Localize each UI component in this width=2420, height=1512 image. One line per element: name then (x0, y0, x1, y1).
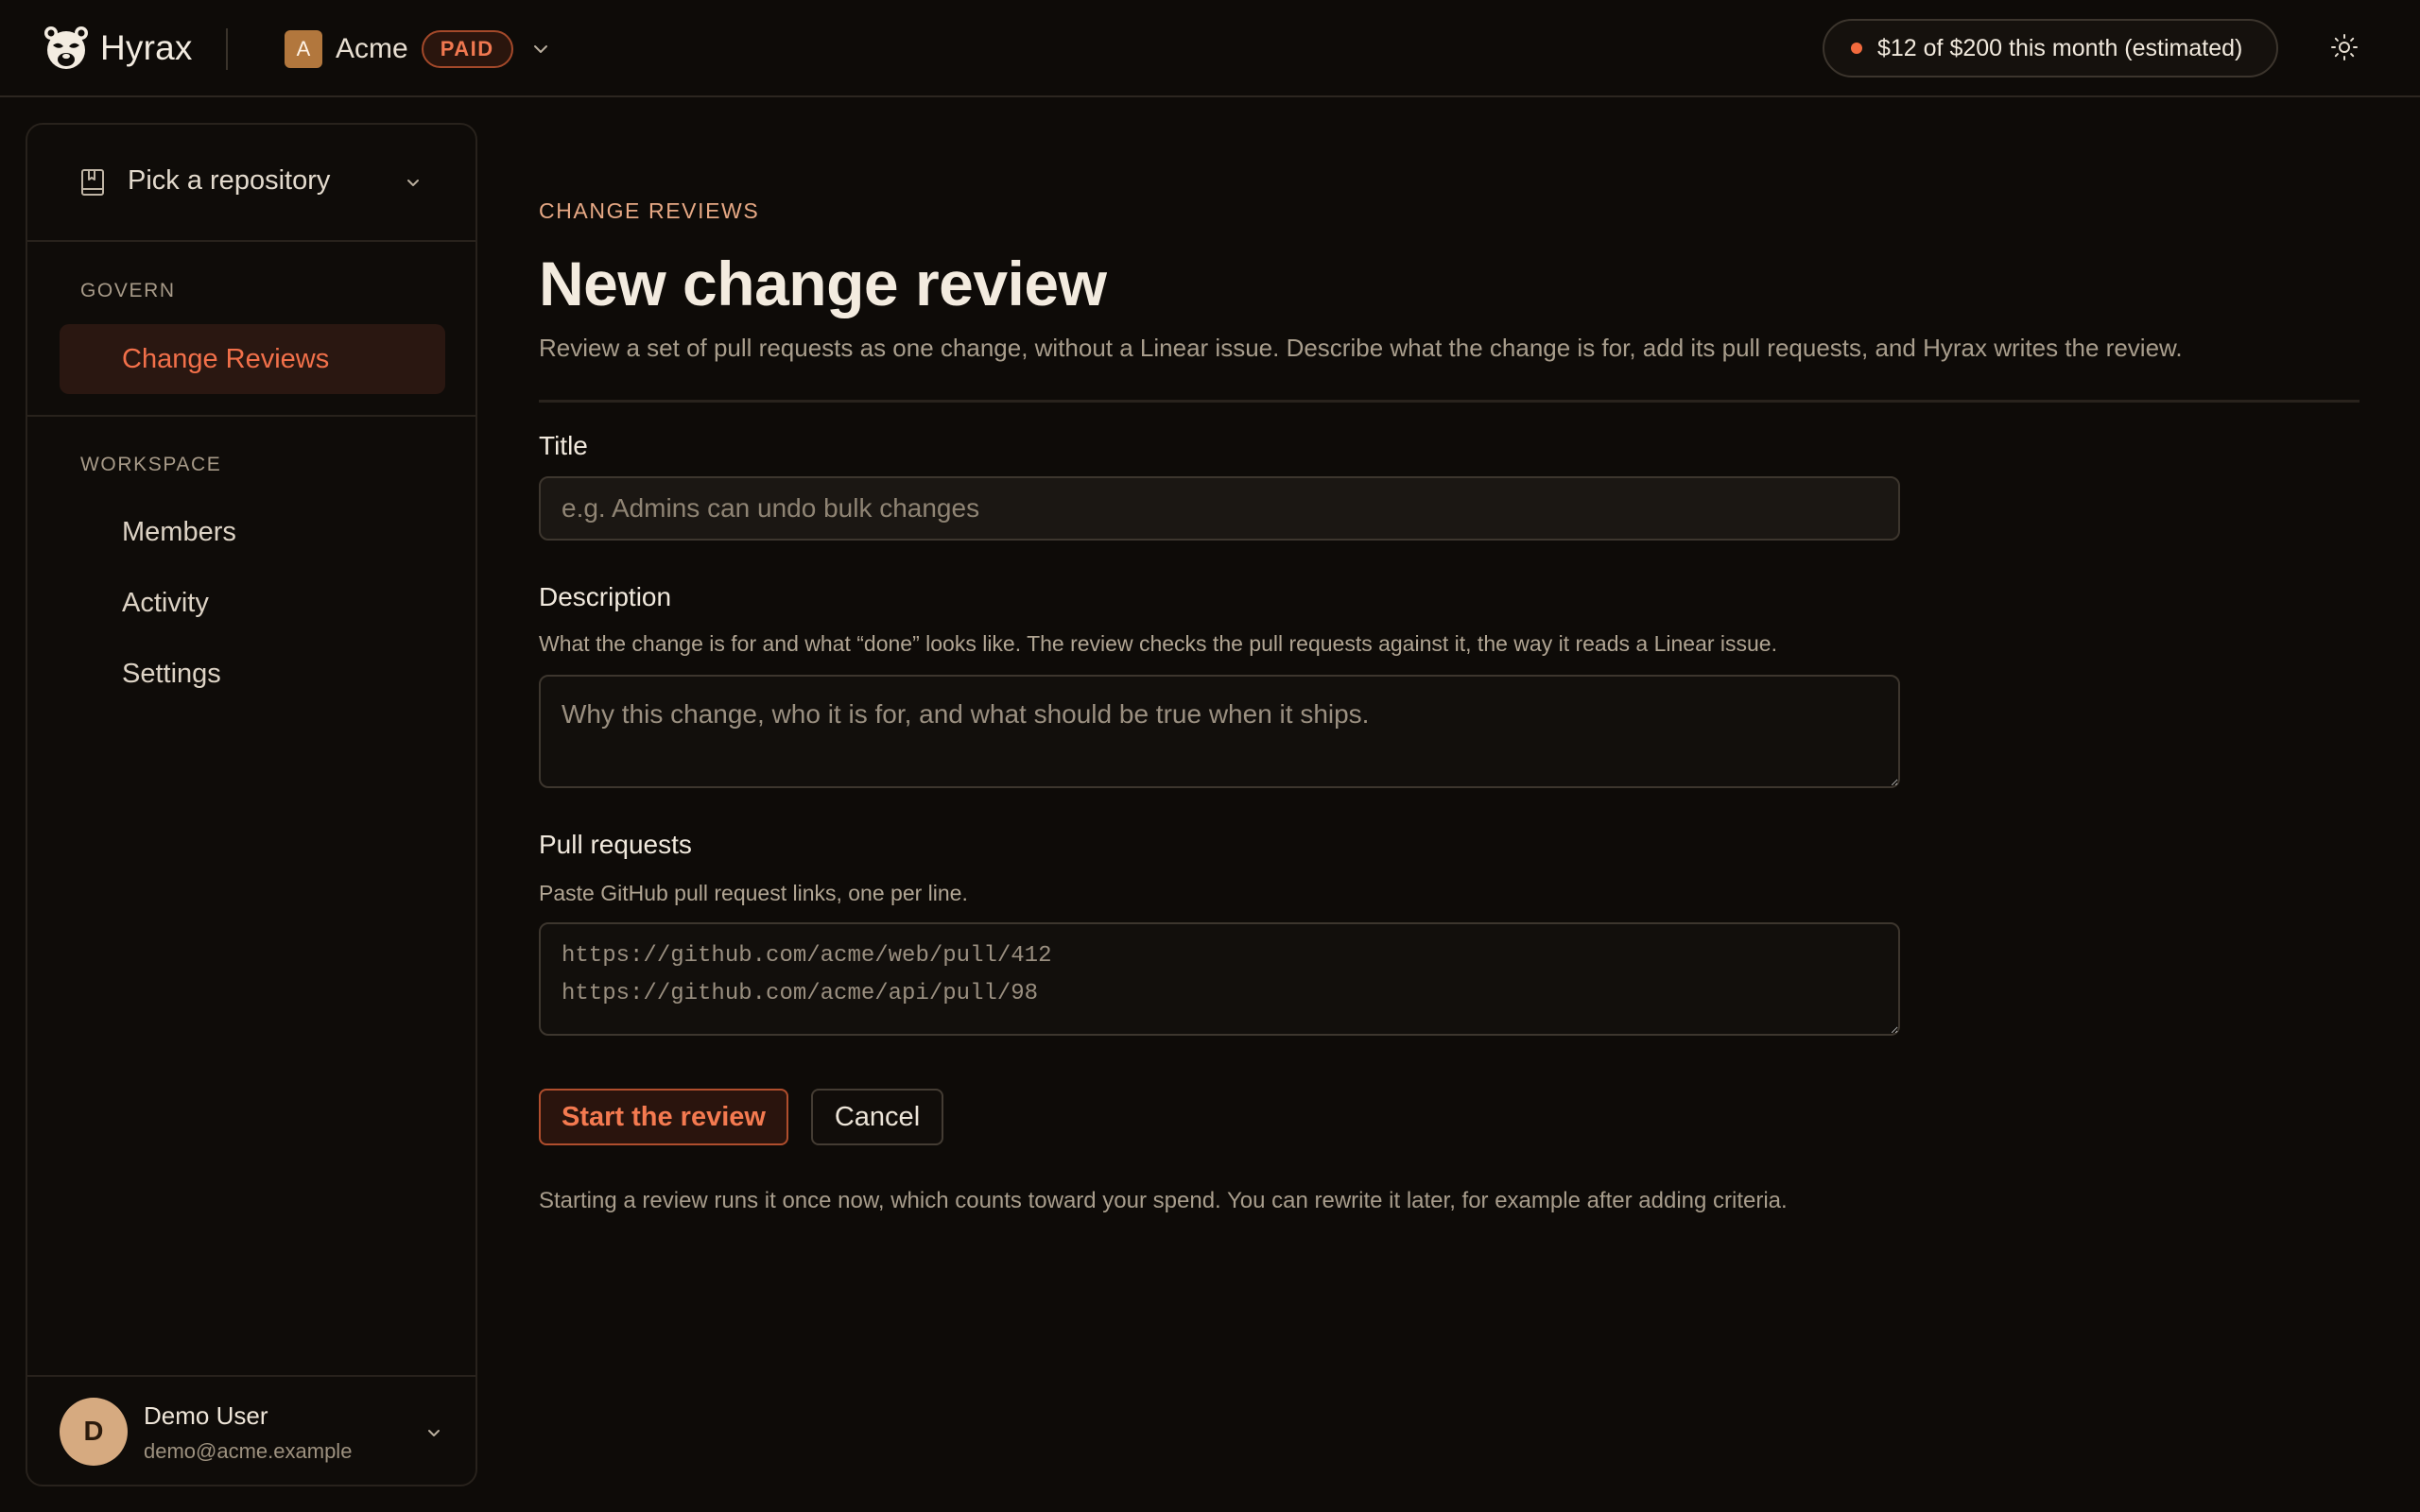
user-name: Demo User (144, 1401, 268, 1430)
org-name: Acme (336, 33, 408, 64)
user-email: demo@acme.example (144, 1439, 353, 1463)
repository-picker-label: Pick a repository (128, 165, 331, 196)
description-textarea[interactable] (539, 675, 1900, 788)
nav-section-workspace: WORKSPACE (80, 454, 222, 475)
org-switcher[interactable]: A Acme PAID (285, 30, 551, 68)
sidebar-item-members[interactable]: Members (60, 497, 445, 567)
description-help-text: What the change is for and what “done” l… (539, 631, 1777, 656)
chevron-down-icon[interactable] (424, 1424, 443, 1443)
hyrax-logo-icon (44, 26, 88, 69)
avatar: D (60, 1398, 128, 1466)
brand-name: Hyrax (100, 28, 193, 67)
description-field-label: Description (539, 582, 672, 611)
header-divider (226, 28, 228, 70)
nav-section-govern: GOVERN (80, 280, 176, 301)
pull-requests-help-text: Paste GitHub pull request links, one per… (539, 881, 968, 905)
cancel-button[interactable]: Cancel (811, 1089, 943, 1145)
start-review-button[interactable]: Start the review (539, 1089, 788, 1145)
title-input[interactable] (539, 476, 1900, 541)
page-subtitle: Review a set of pull requests as one cha… (539, 334, 2183, 362)
page-title: New change review (539, 249, 1107, 318)
spend-footnote: Starting a review runs it once now, whic… (539, 1188, 1788, 1213)
pull-requests-field-label: Pull requests (539, 830, 692, 859)
plan-badge: PAID (421, 30, 513, 68)
repository-icon (81, 169, 104, 196)
repository-picker[interactable]: Pick a repository (27, 125, 475, 242)
title-field-label: Title (539, 431, 588, 460)
org-avatar: A (285, 30, 322, 68)
breadcrumb: CHANGE REVIEWS (539, 198, 760, 223)
chevron-down-icon (407, 180, 419, 186)
sidebar-item-activity[interactable]: Activity (60, 568, 445, 638)
user-menu[interactable]: D Demo User demo@acme.example (27, 1375, 475, 1486)
sidebar-item-settings[interactable]: Settings (60, 639, 445, 709)
sidebar-divider (27, 415, 475, 417)
main-content: CHANGE REVIEWS New change review Review … (539, 0, 2363, 1512)
sidebar: Pick a repository GOVERN Change Reviews … (26, 123, 477, 1486)
pull-requests-textarea[interactable] (539, 922, 1900, 1036)
section-divider (539, 400, 2360, 403)
brand[interactable]: Hyrax (43, 25, 193, 72)
sidebar-item-change-reviews[interactable]: Change Reviews (60, 324, 445, 394)
